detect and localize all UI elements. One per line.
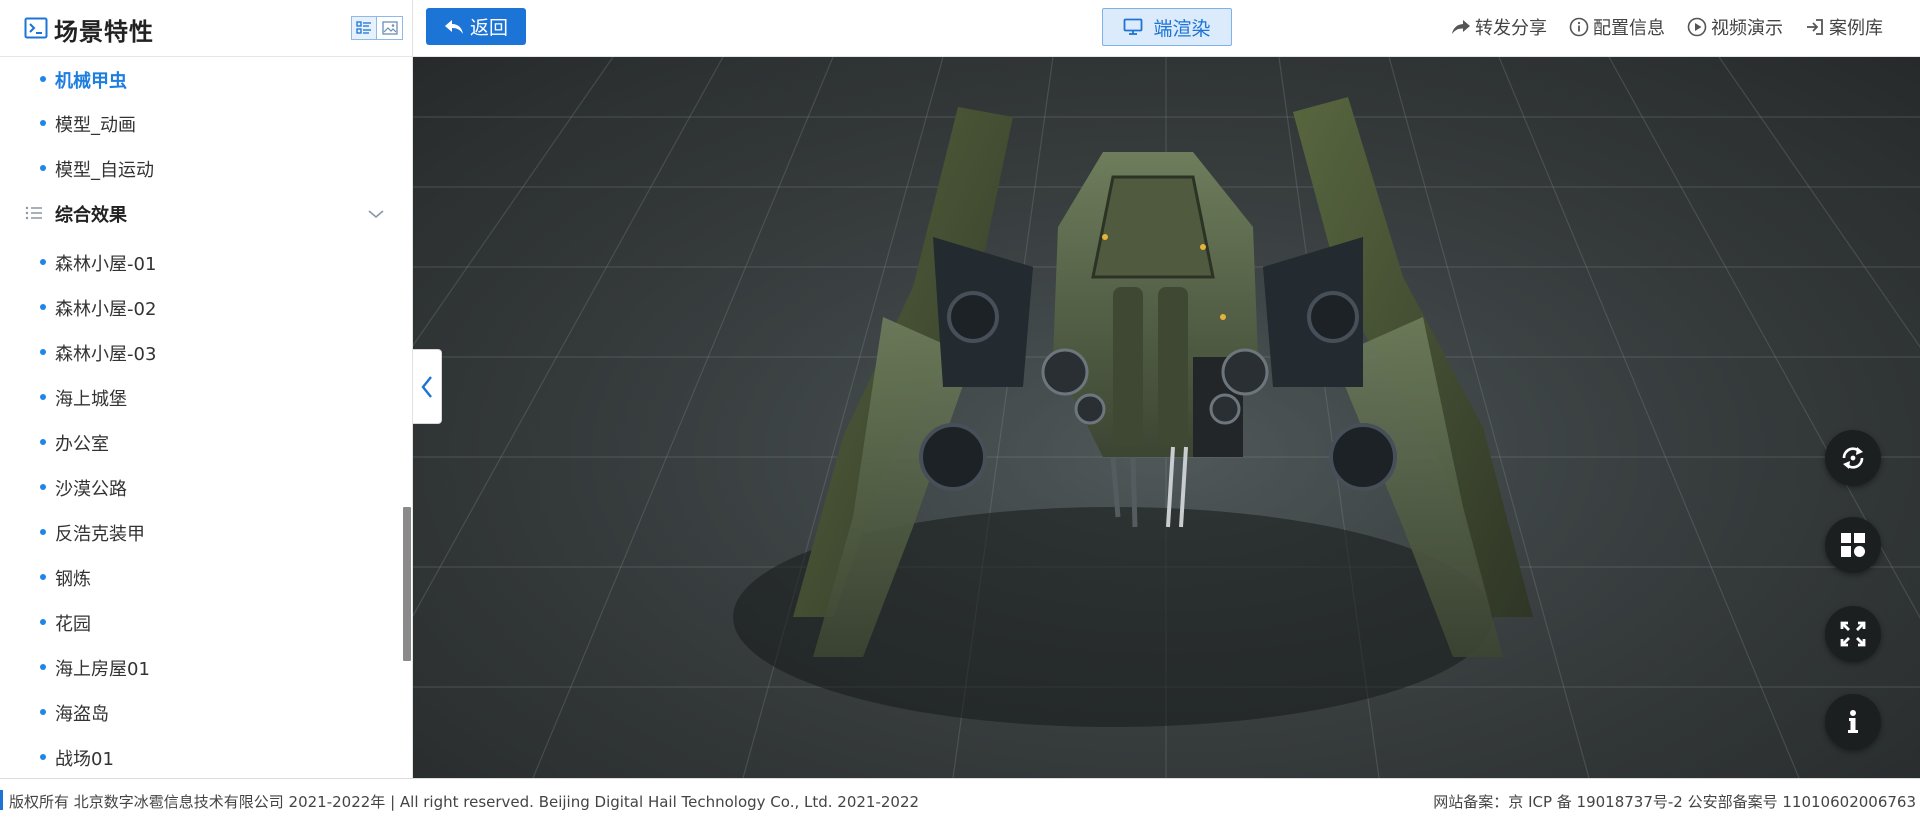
list-item[interactable]: 森林小屋-03 xyxy=(0,330,400,374)
back-button[interactable]: 返回 xyxy=(426,8,526,45)
list-item-label: 花园 xyxy=(55,614,91,635)
video-demo-label: 视频演示 xyxy=(1711,18,1783,39)
bullet-icon xyxy=(40,165,46,171)
list-item-label: 机械甲虫 xyxy=(55,71,127,92)
bullet-icon xyxy=(40,76,46,82)
scene-canvas xyxy=(413,57,1920,778)
bullet-icon xyxy=(40,619,46,625)
back-button-label: 返回 xyxy=(469,17,508,39)
list-view-button[interactable] xyxy=(351,16,377,40)
sidebar-title: 场景特性 xyxy=(54,18,154,46)
rotate-view-button[interactable] xyxy=(1825,430,1881,486)
info-icon xyxy=(1848,710,1858,733)
list-item-label: 模型_动画 xyxy=(55,115,136,136)
bullet-icon xyxy=(40,259,46,265)
list-view-icon xyxy=(356,21,371,34)
cloud-render-button[interactable]: 端渲染 xyxy=(1102,8,1232,46)
terminal-icon xyxy=(24,17,48,39)
rotate-icon xyxy=(1842,447,1864,469)
layout-icon xyxy=(1841,533,1865,557)
list-item[interactable]: 钢炼 xyxy=(0,555,400,599)
list-item-label: 钢炼 xyxy=(55,569,91,590)
list-item[interactable]: 沙漠公路 xyxy=(0,465,400,509)
list-item-label: 海上城堡 xyxy=(55,389,127,410)
sidebar: 场景特性 机械甲虫 模型_动画 模型_自运动 综合效果 森林小屋-01 森林小屋… xyxy=(0,0,413,778)
list-item[interactable]: 花园 xyxy=(0,600,400,644)
share-icon xyxy=(1452,20,1470,34)
layout-button[interactable] xyxy=(1825,517,1881,573)
list-item-label: 海盗岛 xyxy=(55,704,109,725)
bullet-icon xyxy=(40,529,46,535)
collapse-sidebar-button[interactable] xyxy=(413,349,442,424)
video-demo-button[interactable]: 视频演示 xyxy=(1687,14,1783,40)
list-item-label: 模型_自运动 xyxy=(55,160,154,181)
list-item-label: 沙漠公路 xyxy=(55,479,127,500)
cloud-render-label: 端渲染 xyxy=(1153,17,1211,40)
chevron-down-icon[interactable] xyxy=(366,204,386,224)
icp-record-link[interactable]: 网站备案：京 ICP 备 19018737号-2 公安部备案号 11010602… xyxy=(1433,791,1916,812)
info-circle-icon xyxy=(1569,17,1589,37)
sidebar-scrollbar[interactable] xyxy=(403,507,411,661)
render-viewport[interactable] xyxy=(413,57,1920,778)
bullet-icon xyxy=(40,304,46,310)
list-item[interactable]: 海上城堡 xyxy=(0,375,400,419)
list-item[interactable]: 模型_动画 xyxy=(0,101,400,145)
bullet-icon xyxy=(40,709,46,715)
image-view-icon xyxy=(381,21,398,35)
list-item[interactable]: 反浩克装甲 xyxy=(0,510,400,554)
list-item-label: 森林小屋-02 xyxy=(55,299,157,320)
fullscreen-button[interactable] xyxy=(1825,606,1881,662)
list-icon xyxy=(25,206,42,220)
fullscreen-icon xyxy=(1840,621,1866,647)
list-item-label: 森林小屋-01 xyxy=(55,254,157,275)
bullet-icon xyxy=(40,349,46,355)
share-button[interactable]: 转发分享 xyxy=(1451,14,1547,40)
case-library-label: 案例库 xyxy=(1829,18,1883,39)
play-circle-icon xyxy=(1687,17,1707,37)
bullet-icon xyxy=(40,574,46,580)
sidebar-header: 场景特性 xyxy=(0,0,412,57)
list-item[interactable]: 海盗岛 xyxy=(0,690,400,734)
bullet-icon xyxy=(40,664,46,670)
list-item-label: 战场01 xyxy=(55,749,114,770)
bullet-icon xyxy=(40,120,46,126)
bullet-icon xyxy=(40,484,46,490)
top-toolbar: 返回 端渲染 转发分享 配置信息 视频演示 案例库 xyxy=(413,0,1920,57)
monitor-icon xyxy=(1124,18,1143,35)
list-item-label: 办公室 xyxy=(55,434,109,455)
list-item-label: 反浩克装甲 xyxy=(55,524,145,545)
list-item[interactable]: 办公室 xyxy=(0,420,400,464)
copyright-text: 版权所有 北京数字冰雹信息技术有限公司 2021-2022年 | All rig… xyxy=(9,793,920,811)
top-actions: 转发分享 配置信息 视频演示 案例库 xyxy=(1451,14,1920,40)
list-item[interactable]: 模型_自运动 xyxy=(0,146,400,190)
list-item-label: 森林小屋-03 xyxy=(55,344,157,365)
image-view-button[interactable] xyxy=(377,16,403,40)
list-item-label: 海上房屋01 xyxy=(55,659,150,680)
footer: 版权所有 北京数字冰雹信息技术有限公司 2021-2022年 | All rig… xyxy=(0,778,1920,821)
list-item[interactable]: 机械甲虫 xyxy=(0,57,400,101)
group-label: 综合效果 xyxy=(55,205,127,226)
config-info-button[interactable]: 配置信息 xyxy=(1569,14,1665,40)
list-item[interactable]: 海上房屋01 xyxy=(0,645,400,689)
list-item[interactable]: 战场01 xyxy=(0,735,400,778)
list-item[interactable]: 森林小屋-02 xyxy=(0,285,400,329)
info-button[interactable] xyxy=(1825,694,1881,750)
bullet-icon xyxy=(40,439,46,445)
view-mode-toggle xyxy=(351,16,403,40)
bullet-icon xyxy=(40,754,46,760)
enter-icon xyxy=(1807,19,1823,35)
chevron-left-icon xyxy=(421,375,432,398)
case-library-button[interactable]: 案例库 xyxy=(1805,14,1883,40)
share-label: 转发分享 xyxy=(1475,18,1547,39)
list-item[interactable]: 森林小屋-01 xyxy=(0,240,400,284)
bullet-icon xyxy=(40,394,46,400)
group-header-integrated-effects[interactable]: 综合效果 xyxy=(0,191,400,235)
config-info-label: 配置信息 xyxy=(1593,18,1665,39)
footer-accent xyxy=(0,790,3,810)
back-arrow-icon xyxy=(444,19,463,34)
